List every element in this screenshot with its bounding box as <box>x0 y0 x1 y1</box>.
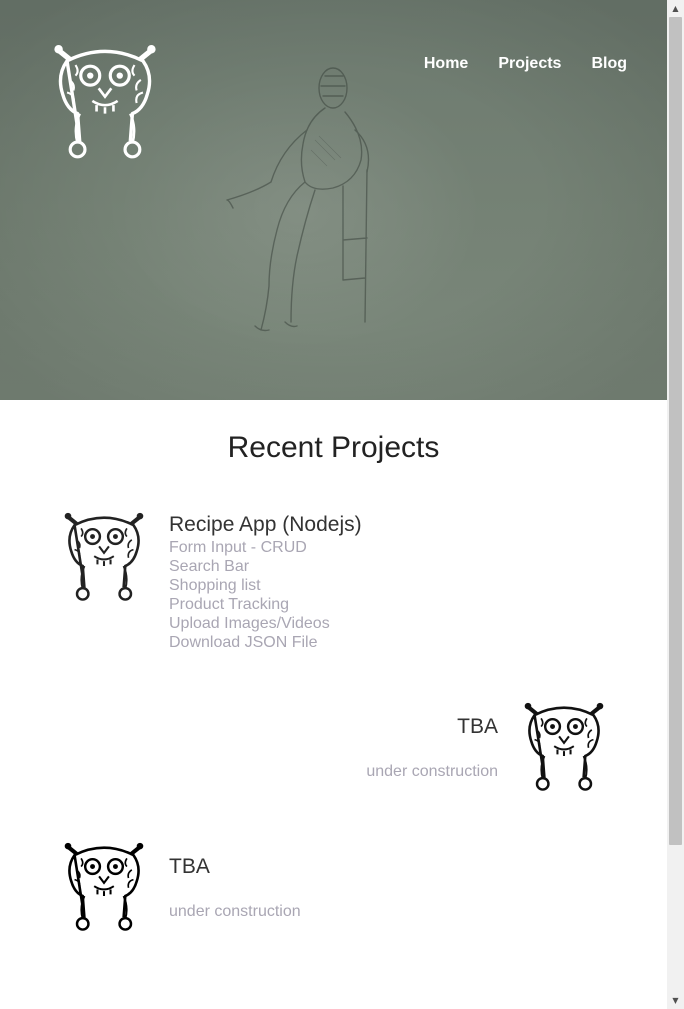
nav-home-link[interactable]: Home <box>424 54 468 74</box>
octopus-mask-outline-icon <box>63 512 145 602</box>
feature-item: Download JSON File <box>169 634 318 651</box>
main-nav: Home Projects Blog <box>394 54 627 74</box>
feature-item: Shopping list <box>169 577 261 594</box>
project-description: under construction <box>366 763 498 780</box>
feature-item: Form Input - CRUD <box>169 539 307 556</box>
feature-item: Product Tracking <box>169 596 290 613</box>
scroll-up-arrow-icon[interactable]: ▲ <box>667 0 684 17</box>
figure-sketch-image <box>226 67 370 332</box>
octopus-mask-filled-icon <box>63 842 145 932</box>
nav-projects-link[interactable]: Projects <box>498 54 561 74</box>
feature-item: Search Bar <box>169 558 250 575</box>
scroll-down-arrow-icon[interactable]: ▼ <box>667 992 684 1009</box>
hero-banner: Home Projects Blog <box>0 0 667 400</box>
project-title[interactable]: TBA <box>169 854 210 880</box>
scrollbar-thumb[interactable] <box>669 17 682 845</box>
nav-blog-link[interactable]: Blog <box>591 54 627 74</box>
project-feature-list: Form Input - CRUD Search Bar Shopping li… <box>169 538 330 652</box>
project-title[interactable]: TBA <box>300 714 498 740</box>
project-description: under construction <box>169 903 301 920</box>
vertical-scrollbar[interactable]: ▲ ▼ <box>667 0 684 1009</box>
octopus-mask-logo-icon <box>52 44 158 160</box>
octopus-mask-half-icon <box>523 702 605 792</box>
feature-item: Upload Images/Videos <box>169 615 330 632</box>
site-logo[interactable] <box>52 44 158 160</box>
section-title: Recent Projects <box>227 431 440 464</box>
project-title[interactable]: Recipe App (Nodejs) <box>169 512 362 538</box>
